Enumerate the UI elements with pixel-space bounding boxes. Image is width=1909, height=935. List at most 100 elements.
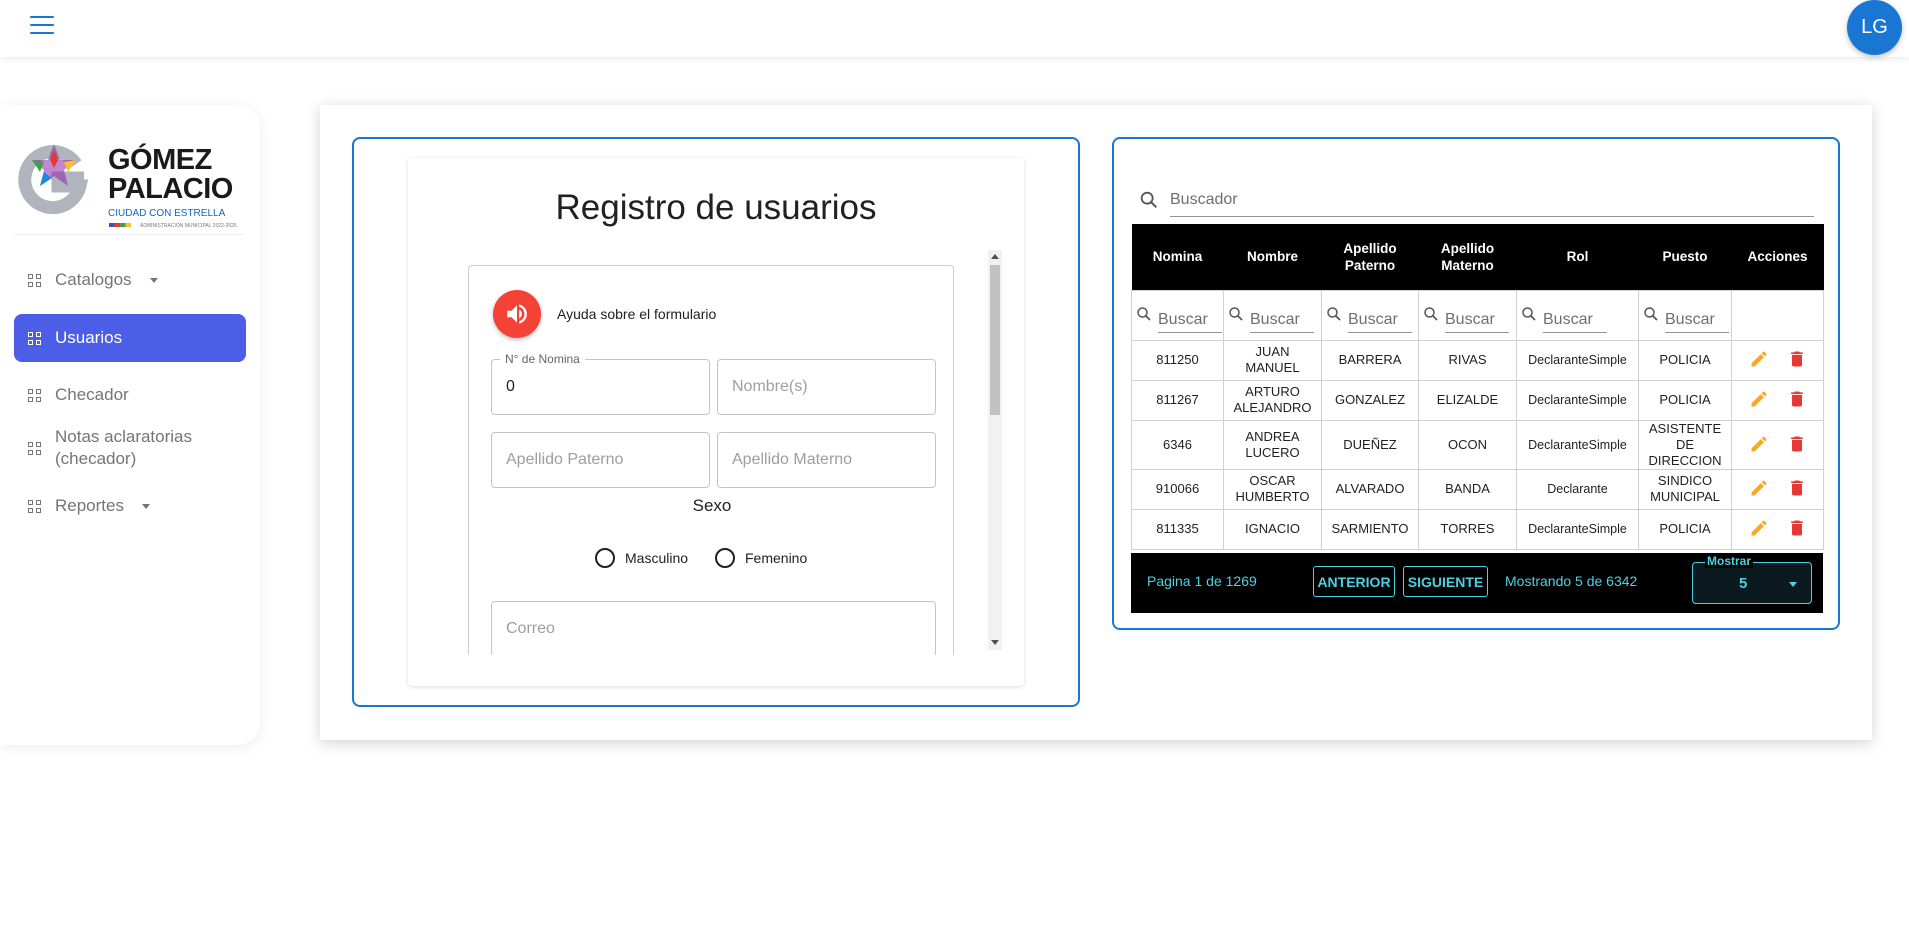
edit-icon[interactable] [1747,387,1771,411]
global-search[interactable] [1138,183,1814,217]
column-header[interactable]: Puesto [1638,224,1732,290]
sidebar-item-label: Usuarios [55,328,123,347]
table-row[interactable]: 811335 IGNACIO SARMIENTO TORRES DeclaranteSi… [1131,508,1824,550]
search-icon [1140,191,1158,209]
search-icon [1229,306,1243,321]
logo-title-line1: GÓMEZ [108,144,212,176]
menu-icon[interactable] [30,16,54,36]
logo-tagline: CIUDAD CON ESTRELLA [108,208,226,219]
column-header[interactable]: Rol [1516,224,1639,290]
nomina-label: N° de Nomina [500,352,585,366]
scroll-down-icon[interactable] [991,640,999,645]
actions-cell [1731,339,1824,381]
filter-input-apellido-paterno[interactable] [1348,308,1412,333]
delete-icon[interactable] [1785,432,1809,456]
registration-form-card: Registro de usuarios Ayuda sobre el form… [408,158,1024,686]
sidebar-item-label: Reportes [55,496,124,515]
search-icon [1522,306,1536,321]
users-table: Nomina Nombre Apellido Paterno Apellido … [1131,224,1824,550]
next-page-button[interactable]: SIGUIENTE [1403,566,1488,597]
apellido-materno-field[interactable] [717,432,936,488]
search-icon [1137,306,1151,321]
table-cell: ELIZALDE [1418,379,1517,421]
sidebar-item-checador[interactable]: Checador [14,375,246,415]
table-cell: 6346 [1131,419,1224,470]
filter-cell [1131,289,1224,341]
radio-femenino[interactable]: Femenino [715,548,807,568]
radio-circle[interactable] [715,548,735,568]
table-row[interactable]: 811250 JUAN MANUEL BARRERA RIVAS DeclaranteS… [1131,339,1824,381]
table-row[interactable]: 811267 ARTURO ALEJANDRO GONZALEZ ELIZALDE De… [1131,379,1824,421]
edit-icon[interactable] [1747,432,1771,456]
filter-input-nomina[interactable] [1158,308,1222,333]
radio-circle[interactable] [595,548,615,568]
scroll-thumb[interactable] [990,265,1000,415]
logo: GÓMEZ PALACIO CIUDAD CON ESTRELLA ADMINI… [14,130,244,235]
radio-label: Masculino [625,550,689,566]
table-cell: SINDICO MUNICIPAL [1638,468,1732,510]
edit-icon[interactable] [1747,516,1771,540]
filter-input-puesto[interactable] [1665,308,1729,333]
grid-icon [28,388,41,402]
column-header[interactable]: Nomina [1131,224,1224,290]
filter-input-apellido-materno[interactable] [1445,308,1509,333]
apellido-paterno-input[interactable] [492,433,709,487]
table-row[interactable]: 6346 ANDREA LUCERO DUEÑEZ OCON DeclaranteSim… [1131,419,1824,470]
filter-cell-empty [1731,289,1824,341]
sidebar: GÓMEZ PALACIO CIUDAD CON ESTRELLA ADMINI… [0,105,260,745]
sidebar-item-usuarios[interactable]: Usuarios [14,314,246,362]
table-cell: POLICIA [1638,339,1732,381]
sidebar-item-label: Checador [55,385,129,404]
filter-input-rol[interactable] [1543,308,1607,333]
actions-cell [1731,379,1824,421]
delete-icon[interactable] [1785,516,1809,540]
help-audio-button[interactable] [493,290,541,338]
edit-icon[interactable] [1747,476,1771,500]
delete-icon[interactable] [1785,347,1809,371]
search-icon [1424,306,1438,321]
column-header[interactable]: Apellido Materno [1418,224,1517,290]
search-icon [1327,306,1341,321]
table-cell: ASISTENTE DE DIRECCION [1638,419,1732,470]
sidebar-item-catalogos[interactable]: Catalogos [14,260,246,300]
table-cell: POLICIA [1638,508,1732,550]
filter-input-nombre[interactable] [1250,308,1314,333]
previous-page-button[interactable]: ANTERIOR [1313,566,1395,597]
avatar[interactable]: LG [1847,0,1902,55]
actions-cell [1731,468,1824,510]
correo-field[interactable] [491,601,936,655]
table-row[interactable]: 910066 OSCAR HUMBERTO ALVARADO BANDA Declara… [1131,468,1824,510]
sidebar-item-notas-aclaratorias[interactable]: Notas aclaratorias (checador) [14,425,214,471]
correo-input[interactable] [492,602,935,655]
table-cell: DUEÑEZ [1321,419,1419,470]
delete-icon[interactable] [1785,476,1809,500]
form-scrollbar[interactable] [988,250,1002,650]
column-header[interactable]: Nombre [1223,224,1322,290]
actions-cell [1731,508,1824,550]
apellido-paterno-field[interactable] [491,432,710,488]
nombre-field[interactable] [717,359,936,415]
table-cell: SARMIENTO [1321,508,1419,550]
nomina-input[interactable] [492,360,709,414]
column-header[interactable]: Apellido Paterno [1321,224,1419,290]
filter-cell [1638,289,1732,341]
nomina-field[interactable]: N° de Nomina [491,352,710,415]
delete-icon[interactable] [1785,387,1809,411]
apellido-materno-input[interactable] [718,433,935,487]
help-text: Ayuda sobre el formulario [557,306,717,322]
page-size-select[interactable]: Mostrar 5 [1692,554,1812,604]
edit-icon[interactable] [1747,347,1771,371]
radio-masculino[interactable]: Masculino [595,548,688,568]
table-cell: ANDREA LUCERO [1223,419,1322,470]
nombre-input[interactable] [718,360,935,414]
table-cell: OCON [1418,419,1517,470]
grid-icon [28,331,41,345]
scroll-up-icon[interactable] [991,254,999,259]
sidebar-item-reportes[interactable]: Reportes [14,486,246,526]
grid-icon [28,273,41,287]
global-search-input[interactable] [1170,183,1814,217]
showing-count: Mostrando 5 de 6342 [1505,573,1638,589]
radio-label: Femenino [745,550,808,566]
pagination-bar: Pagina 1 de 1269 ANTERIOR SIGUIENTE Most… [1131,553,1823,613]
table-cell: DeclaranteSimple [1516,339,1639,381]
